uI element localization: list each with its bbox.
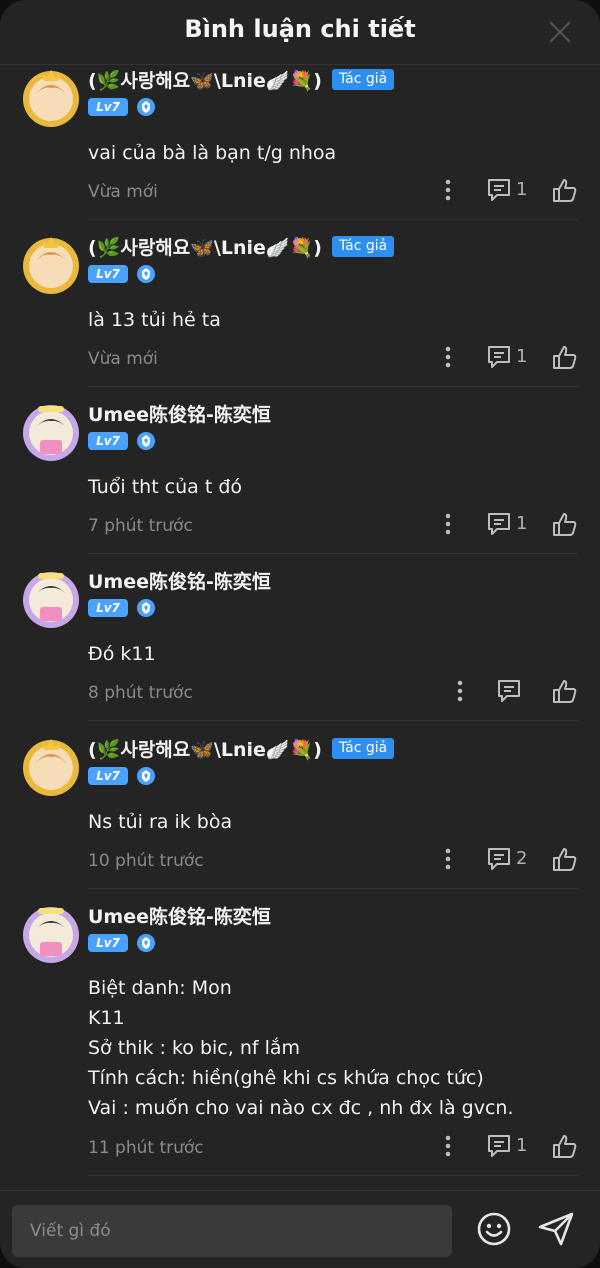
- author-badge: Tác giả: [331, 737, 395, 759]
- level-badge: Lv7: [88, 599, 128, 617]
- comment-actions: 2: [418, 845, 578, 873]
- more-options-icon[interactable]: [442, 845, 454, 873]
- comment-time: 10 phút trước: [88, 851, 204, 871]
- emoji-icon[interactable]: [476, 1211, 512, 1247]
- shield-icon: [137, 767, 155, 785]
- shield-icon: [137, 98, 155, 116]
- divider: [88, 720, 578, 721]
- reply-icon: [488, 179, 510, 201]
- comment-text: Đó k11: [88, 643, 156, 665]
- username: Umee陈俊铭-陈奕恒: [88, 905, 271, 928]
- comment-text: Ns tủi ra ik bòa: [88, 811, 233, 833]
- divider: [88, 888, 578, 889]
- username-text: (🌿사랑해요🦋\Lnie🪽💐): [88, 236, 322, 259]
- username: (🌿사랑해요🦋\Lnie🪽💐) Tác giả: [88, 233, 395, 259]
- thumbs-up-icon[interactable]: [552, 677, 578, 705]
- reply-count: 1: [516, 346, 528, 367]
- more-options-icon[interactable]: [442, 343, 454, 371]
- thumbs-up-icon[interactable]: [552, 1132, 578, 1160]
- author-badge: Tác giả: [331, 235, 395, 257]
- user-badges: Lv7: [88, 97, 156, 117]
- thumbs-up-icon[interactable]: [552, 343, 578, 371]
- comment-time: Vừa mới: [88, 349, 158, 369]
- shield-icon: [137, 599, 155, 617]
- level-badge: Lv7: [88, 432, 128, 450]
- user-badges: Lv7: [88, 264, 156, 284]
- more-options-icon[interactable]: [442, 176, 454, 204]
- avatar[interactable]: [20, 66, 82, 128]
- comment-time: 11 phút trước: [88, 1138, 204, 1158]
- avatar[interactable]: [20, 400, 82, 462]
- avatar[interactable]: [20, 735, 82, 797]
- level-badge: Lv7: [88, 265, 128, 283]
- reply-icon: [488, 1135, 510, 1157]
- comment-text: Tuổi tht của t đó: [88, 476, 243, 498]
- level-badge: Lv7: [88, 767, 128, 785]
- more-options-icon[interactable]: [442, 510, 454, 538]
- page-title: Bình luận chi tiết: [184, 15, 416, 43]
- comment-actions: 1: [418, 176, 578, 204]
- reply-button[interactable]: 1: [486, 510, 530, 538]
- username: Umee陈俊铭-陈奕恒: [88, 403, 271, 426]
- level-badge: Lv7: [88, 934, 128, 952]
- reply-icon: [488, 346, 510, 368]
- comment-text: là 13 tủi hẻ ta: [88, 309, 221, 331]
- shield-icon: [137, 432, 155, 450]
- username-text: (🌿사랑해요🦋\Lnie🪽💐): [88, 738, 322, 761]
- reply-count: 1: [516, 179, 528, 200]
- username: (🌿사랑해요🦋\Lnie🪽💐) Tác giả: [88, 735, 395, 761]
- level-badge: Lv7: [88, 98, 128, 116]
- thumbs-up-icon[interactable]: [552, 176, 578, 204]
- comment-actions: 1: [418, 1132, 578, 1160]
- user-badges: Lv7: [88, 598, 156, 618]
- comment-list[interactable]: (🌿사랑해요🦋\Lnie🪽💐) Tác giả Lv7 vai của bà là…: [0, 64, 600, 1190]
- user-badges: Lv7: [88, 933, 156, 953]
- comment-text: vai của bà là bạn t/g nhoa: [88, 142, 337, 164]
- reply-icon: [488, 513, 510, 535]
- comment-time: 8 phút trước: [88, 683, 193, 703]
- shield-icon: [137, 934, 155, 952]
- avatar[interactable]: [20, 233, 82, 295]
- comment-time: Vừa mới: [88, 182, 158, 202]
- comment-time: 7 phút trước: [88, 516, 193, 536]
- header: Bình luận chi tiết: [0, 0, 600, 65]
- user-badges: Lv7: [88, 766, 156, 786]
- thumbs-up-icon[interactable]: [552, 845, 578, 873]
- avatar[interactable]: [20, 902, 82, 964]
- divider: [88, 1175, 578, 1176]
- thumbs-up-icon[interactable]: [552, 510, 578, 538]
- reply-count: 1: [516, 1135, 528, 1156]
- avatar[interactable]: [20, 567, 82, 629]
- divider: [88, 219, 578, 220]
- comment-detail-panel: Bình luận chi tiết (🌿사랑해요🦋\Lnie🪽💐) Tác gi…: [0, 0, 600, 1268]
- close-icon[interactable]: [548, 20, 572, 44]
- comment-composer: Viết gì đó: [0, 1190, 600, 1268]
- username: Umee陈俊铭-陈奕恒: [88, 570, 271, 593]
- comment-text: Biệt danh: Mon K11 Sở thik : ko bic, nf …: [88, 977, 514, 1119]
- comment-actions: 1: [418, 510, 578, 538]
- more-options-icon[interactable]: [454, 677, 466, 705]
- shield-icon: [137, 265, 155, 283]
- comment-actions: [418, 677, 578, 705]
- reply-icon: [488, 848, 510, 870]
- divider: [88, 386, 578, 387]
- reply-count: 2: [516, 848, 528, 869]
- reply-button[interactable]: 1: [486, 1132, 530, 1160]
- reply-count: 1: [516, 513, 528, 534]
- reply-button[interactable]: 1: [486, 343, 530, 371]
- reply-button[interactable]: 2: [486, 845, 530, 873]
- send-icon[interactable]: [537, 1211, 575, 1247]
- username: (🌿사랑해요🦋\Lnie🪽💐) Tác giả: [88, 66, 395, 92]
- reply-button[interactable]: 1: [486, 176, 530, 204]
- reply-button[interactable]: [496, 677, 524, 705]
- reply-icon: [498, 680, 520, 702]
- username-text: (🌿사랑해요🦋\Lnie🪽💐): [88, 69, 322, 92]
- comment-actions: 1: [418, 343, 578, 371]
- more-options-icon[interactable]: [442, 1132, 454, 1160]
- user-badges: Lv7: [88, 431, 156, 451]
- author-badge: Tác giả: [331, 68, 395, 90]
- divider: [88, 553, 578, 554]
- comment-input[interactable]: Viết gì đó: [12, 1205, 452, 1257]
